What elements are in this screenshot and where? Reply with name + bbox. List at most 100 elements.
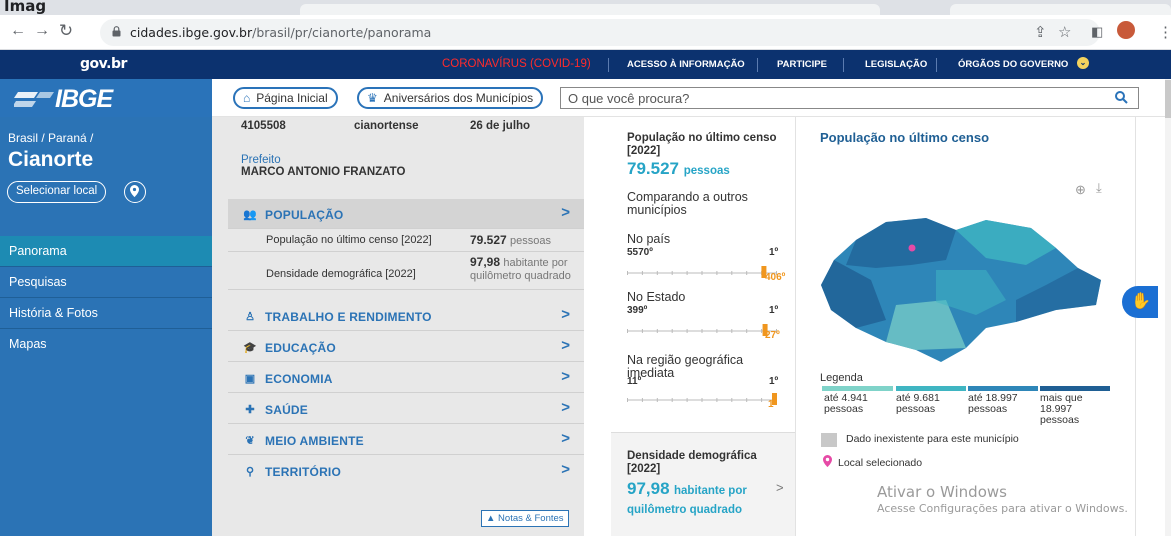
data-row-density[interactable]: Densidade demográfica [2022] 97,98 habit…	[228, 252, 584, 290]
divider	[1135, 117, 1136, 536]
density-card[interactable]: Densidade demográfica [2022] 97,98 habit…	[611, 432, 795, 536]
sidebar-item-label: Mapas	[9, 337, 47, 351]
selected-location-label: Local selecionado	[838, 457, 923, 469]
row-value-unit: pessoas	[510, 235, 552, 247]
map-title: População no último censo	[820, 130, 990, 145]
anniversaries-label: Aniversários dos Municípios	[383, 91, 534, 105]
search-icon[interactable]	[1115, 91, 1128, 104]
category-trabalho[interactable]: ♙ TRABALHO E RENDIMENTO >	[228, 301, 584, 331]
row-value-number: 97,98	[470, 255, 501, 269]
category-label: TERRITÓRIO	[265, 465, 341, 479]
ibge-logo-block[interactable]: IBGE	[0, 79, 212, 117]
data-row-population[interactable]: População no último censo [2022] 79.527 …	[228, 229, 584, 252]
browser-tab[interactable]	[300, 4, 880, 15]
rank-total: 399º	[627, 305, 648, 316]
category-meio-ambiente[interactable]: ❦ MEIO AMBIENTE >	[228, 425, 584, 455]
locate-button[interactable]	[124, 181, 146, 203]
lock-icon	[112, 26, 121, 37]
accessibility-button[interactable]: ✋	[1122, 286, 1158, 318]
forward-arrow-icon[interactable]: →	[31, 22, 53, 40]
map-region	[846, 218, 956, 268]
side-panel-icon[interactable]: ◧	[1091, 24, 1103, 40]
government-bodies-link[interactable]: ÓRGÃOS DO GOVERNO	[958, 59, 1068, 70]
category-territorio[interactable]: ⚲ TERRITÓRIO >	[228, 456, 584, 486]
category-economia[interactable]: ▣ ECONOMIA >	[228, 363, 584, 393]
home-button[interactable]: ⌂ Página Inicial	[233, 87, 338, 109]
mayor-label: Prefeito	[241, 154, 281, 166]
scrollbar[interactable]	[1165, 79, 1171, 536]
category-educacao[interactable]: 🎓 EDUCAÇÃO >	[228, 332, 584, 362]
address-bar[interactable]: cidades.ibge.gov.br/brasil/pr/cianorte/p…	[100, 19, 1100, 46]
leaf-icon: ❦	[245, 435, 255, 447]
mayor-name: MARCO ANTONIO FRANZATO	[241, 166, 406, 178]
notes-sources-button[interactable]: ▲ Notas & Fontes	[481, 510, 569, 527]
census-value-unit: pessoas	[683, 165, 730, 177]
compare-label: Comparando a outros municípios	[627, 190, 748, 217]
anniversaries-button[interactable]: ♛ Aniversários dos Municípios	[357, 87, 544, 109]
parana-map[interactable]	[816, 210, 1116, 365]
rank-label: Na região geográfica imediata	[627, 353, 744, 380]
select-location-button[interactable]: Selecionar local	[7, 181, 107, 203]
rank-first: 1º	[769, 305, 779, 316]
row-value: 79.527 pessoas	[470, 233, 551, 247]
url-text[interactable]: cidades.ibge.gov.br/brasil/pr/cianorte/p…	[130, 25, 431, 40]
legend-swatch	[822, 386, 893, 391]
legend-label: até 9.681 pessoas	[896, 392, 940, 415]
sidebar-item-label: Pesquisas	[9, 275, 67, 289]
census-value: 79.527 pessoas	[627, 159, 730, 179]
legislation-link[interactable]: LEGISLAÇÃO	[865, 59, 927, 70]
row-label: Densidade demográfica [2022]	[266, 268, 416, 280]
scrollbar-thumb[interactable]	[1165, 80, 1171, 118]
home-label: Página Inicial	[256, 91, 328, 105]
browser-tab[interactable]	[950, 4, 1171, 15]
reload-icon[interactable]: ↻	[55, 21, 77, 41]
download-icon[interactable]: ⤓	[1096, 180, 1102, 196]
browser-tab-title[interactable]: Imag	[4, 0, 46, 15]
ibge-logo: IBGE	[55, 85, 113, 113]
category-label: MEIO AMBIENTE	[265, 434, 364, 448]
legend-swatch	[896, 386, 966, 391]
sidebar-item-historia[interactable]: História & Fotos	[0, 298, 212, 329]
chevron-down-icon[interactable]: ⌄	[1077, 57, 1089, 69]
access-info-link[interactable]: ACESSO À INFORMAÇÃO	[627, 59, 745, 70]
back-arrow-icon[interactable]: ←	[7, 22, 29, 40]
divider	[795, 117, 796, 536]
home-icon: ⌂	[243, 91, 251, 105]
sidebar-item-mapas[interactable]: Mapas	[0, 329, 212, 360]
chevron-right-icon: >	[561, 368, 570, 385]
browser-chrome: Imag ← → ↻ cidades.ibge.gov.br/brasil/pr…	[0, 0, 1171, 50]
covid-link[interactable]: CORONAVÍRUS (COVID-19)	[442, 58, 591, 70]
rank-position: 27º	[765, 330, 780, 341]
browser-toolbar: ← → ↻ cidades.ibge.gov.br/brasil/pr/cian…	[0, 15, 1171, 50]
census-card[interactable]: População no último censo [2022] 79.527 …	[611, 117, 795, 426]
zoom-icon[interactable]: ⊕	[1075, 182, 1086, 198]
breadcrumb[interactable]: Brasil / Paraná /	[8, 131, 93, 145]
selected-location-marker[interactable]	[908, 244, 916, 252]
category-saude[interactable]: ✚ SAÚDE >	[228, 394, 584, 424]
category-label: TRABALHO E RENDIMENTO	[265, 310, 432, 324]
sidebar-item-label: Panorama	[9, 244, 67, 258]
chevron-right-icon: >	[776, 480, 784, 495]
rank-first: 1º	[769, 376, 779, 387]
sidebar-item-panorama[interactable]: Panorama	[0, 236, 212, 267]
category-populacao[interactable]: 👥 POPULAÇÃO >	[228, 199, 584, 229]
search-input[interactable]: O que você procura?	[560, 87, 1139, 109]
row-value: 97,98 habitante por quilômetro quadrado	[470, 256, 580, 282]
profile-avatar-icon[interactable]	[1117, 21, 1135, 39]
sidebar-item-label: História & Fotos	[9, 306, 98, 320]
divider	[608, 58, 609, 72]
select-location-label: Selecionar local	[16, 185, 98, 197]
participe-link[interactable]: PARTICIPE	[777, 59, 827, 70]
anniversary-date: 26 de julho	[470, 120, 531, 132]
govbr-logo[interactable]: gov.br	[80, 56, 127, 72]
bookmark-star-icon[interactable]: ☆	[1058, 23, 1071, 41]
rank-first: 1º	[769, 247, 779, 258]
rank-scale	[627, 266, 777, 278]
share-icon[interactable]: ⇪	[1034, 23, 1047, 41]
sidebar-item-pesquisas[interactable]: Pesquisas	[0, 267, 212, 298]
people-icon: 👥	[243, 209, 257, 221]
more-menu-icon[interactable]: ⋮	[1158, 23, 1171, 41]
url-host: cidades.ibge.gov.br	[130, 25, 253, 40]
rank-slider	[627, 265, 777, 283]
density-card-title: Densidade demográfica [2022]	[627, 450, 757, 475]
